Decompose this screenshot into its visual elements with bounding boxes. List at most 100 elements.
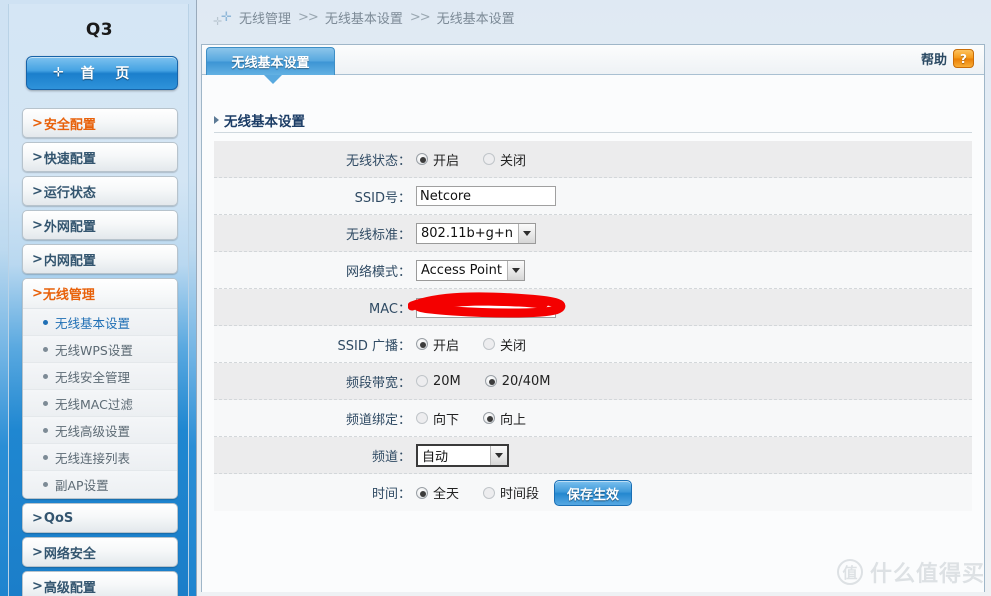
radio-ssid-broadcast-on[interactable]: 开启 — [416, 335, 459, 354]
save-button[interactable]: 保存生效 — [554, 480, 632, 506]
wireless-standard-select[interactable]: 802.11b+g+n — [416, 222, 537, 244]
bullet-icon — [43, 400, 48, 406]
chevron-right-icon: > — [32, 578, 43, 594]
question-mark-icon[interactable]: ? — [953, 49, 974, 68]
radio-group-wireless-status: 开启 关闭 — [416, 150, 526, 169]
sidebar-inner: Q3 ✛ 首 页 > 安全配置 > 快速配置 > 运行状态 > 外网配置 > 内… — [8, 4, 189, 596]
radio-wireless-status-off[interactable]: 关闭 — [483, 150, 526, 169]
mac-field-wrapper — [408, 292, 566, 318]
home-button[interactable]: ✛ 首 页 — [26, 56, 178, 90]
sidebar-item-wireless-mac-filter[interactable]: 无线MAC过滤 — [23, 390, 177, 417]
help-label: 帮助 — [920, 53, 947, 68]
help-area: 帮助 ? — [921, 49, 974, 68]
breadcrumb-item-2[interactable]: 无线基本设置 — [325, 8, 403, 27]
brand-title: Q3 — [85, 20, 114, 40]
field-label: SSID 广播： — [337, 338, 411, 354]
sidebar-item-wireless-basic[interactable]: 无线基本设置 — [23, 309, 177, 336]
radio-group-ssid-broadcast: 开启 关闭 — [416, 335, 526, 354]
radio-ssid-broadcast-off[interactable]: 关闭 — [483, 335, 526, 354]
sidebar-group-wireless: > 无线管理 无线基本设置 无线WPS设置 无线安全管理 无线MAC过滤 无线高… — [22, 278, 178, 499]
radio-label: 关闭 — [500, 338, 527, 354]
field-label: 频道： — [371, 449, 411, 465]
form-row-wireless-status: 无线状态： 开启 关闭 — [214, 141, 972, 178]
radio-bandwidth-20-40m[interactable]: 20/40M — [484, 373, 551, 389]
form-row-mac: MAC： — [214, 289, 972, 326]
sidebar-item-network-security[interactable]: > 网络安全 — [22, 537, 178, 567]
form-row-channel: 频道： 自动 — [214, 437, 972, 474]
chevron-right-icon: > — [32, 286, 43, 301]
sidebar-item-quick-config[interactable]: > 快速配置 — [22, 142, 178, 172]
radio-label: 开启 — [433, 338, 460, 354]
chevron-down-icon — [506, 260, 524, 280]
tab-wireless-basic[interactable]: 无线基本设置 — [206, 47, 335, 75]
ssid-input[interactable] — [416, 186, 556, 206]
sidebar-item-label: 内网配置 — [43, 253, 96, 269]
sidebar-item-wan-config[interactable]: > 外网配置 — [22, 210, 178, 240]
radio-label: 关闭 — [500, 153, 527, 169]
sidebar-subitem-label: 无线安全管理 — [55, 369, 131, 385]
sidebar-item-advanced-config[interactable]: > 高级配置 — [22, 571, 178, 596]
save-row: 保存生效 — [214, 480, 972, 506]
bullet-icon — [43, 346, 48, 352]
radio-label: 20M — [433, 373, 461, 389]
sidebar-item-label: 运行状态 — [43, 185, 96, 201]
field-label: 网络模式： — [345, 264, 411, 280]
sidebar-item-lan-config[interactable]: > 内网配置 — [22, 244, 178, 274]
sidebar-subitem-label: 无线MAC过滤 — [55, 396, 133, 412]
select-value: 802.11b+g+n — [421, 225, 514, 241]
select-value: Access Point — [421, 262, 502, 278]
chevron-right-icon: > — [32, 251, 43, 267]
sidebar-item-label: 无线管理 — [42, 288, 95, 303]
form-row-channel-binding: 频道绑定： 向下 向上 — [214, 400, 972, 437]
field-label: 频道绑定： — [345, 412, 411, 428]
plus-plus-icon: ✛ ✛ — [213, 9, 232, 28]
radio-channel-binding-down[interactable]: 向下 — [416, 409, 459, 428]
tab-pointer-icon — [264, 75, 282, 84]
breadcrumb-item-1[interactable]: 无线管理 — [239, 8, 291, 27]
sidebar-item-wireless-security[interactable]: 无线安全管理 — [23, 363, 177, 390]
sidebar-item-run-status[interactable]: > 运行状态 — [22, 176, 178, 206]
sidebar-item-wireless-wps[interactable]: 无线WPS设置 — [23, 336, 177, 363]
settings-panel: 无线基本设置 帮助 ? 无线基本设置 无线状态： 开启 关闭 SSID号： Ne… — [201, 44, 985, 592]
radio-bandwidth-20m[interactable]: 20M — [416, 374, 461, 389]
breadcrumb-item-3: 无线基本设置 — [436, 12, 515, 27]
form-row-wireless-standard: 无线标准： 802.11b+g+n — [214, 215, 972, 252]
radio-label: 向上 — [500, 412, 527, 428]
field-label: 无线状态： — [345, 153, 411, 169]
chevron-down-icon — [490, 445, 507, 465]
radio-label: 向下 — [433, 412, 460, 428]
channel-select[interactable]: 自动 — [416, 443, 509, 467]
section-title: 无线基本设置 — [214, 107, 972, 133]
radio-icon — [416, 338, 428, 350]
plus-icon: ✛ — [53, 65, 64, 81]
sidebar-subitem-label: 无线基本设置 — [55, 315, 131, 331]
sidebar-item-label: 快速配置 — [43, 151, 96, 167]
sidebar-item-wireless-management[interactable]: > 无线管理 — [23, 279, 177, 309]
sidebar-item-label: 外网配置 — [43, 219, 96, 235]
network-mode-select[interactable]: Access Point — [416, 259, 525, 281]
chevron-right-icon: > — [32, 149, 43, 165]
sidebar-item-security-config[interactable]: > 安全配置 — [22, 108, 178, 138]
sidebar-item-wireless-client-list[interactable]: 无线连接列表 — [23, 444, 177, 471]
form-row-ssid: SSID号： — [214, 178, 972, 215]
radio-channel-binding-up[interactable]: 向上 — [483, 409, 526, 428]
sidebar-item-wireless-advanced[interactable]: 无线高级设置 — [23, 417, 177, 444]
bullet-icon — [43, 427, 48, 433]
radio-label: 20/40M — [501, 373, 551, 389]
form-row-network-mode: 网络模式： Access Point — [214, 252, 972, 289]
select-value: 自动 — [422, 449, 449, 465]
bullet-icon — [43, 482, 48, 487]
field-label: SSID号： — [354, 190, 411, 206]
breadcrumb-separator: >> — [409, 10, 431, 25]
sidebar-subitem-label: 无线连接列表 — [55, 450, 131, 466]
breadcrumb: ✛ ✛ 无线管理 >> 无线基本设置 >> 无线基本设置 — [213, 8, 515, 27]
radio-group-channel-binding: 向下 向上 — [416, 409, 526, 428]
radio-wireless-status-on[interactable]: 开启 — [416, 150, 459, 169]
radio-icon — [483, 412, 496, 424]
mac-input[interactable] — [416, 297, 556, 318]
content-area: ✛ ✛ 无线管理 >> 无线基本设置 >> 无线基本设置 无线基本设置 帮助 ? … — [197, 0, 991, 596]
sidebar-item-secondary-ap[interactable]: 副AP设置 — [23, 471, 177, 498]
sidebar-item-qos[interactable]: > QoS — [22, 503, 178, 533]
radio-icon — [416, 375, 428, 387]
breadcrumb-separator: >> — [298, 10, 319, 25]
